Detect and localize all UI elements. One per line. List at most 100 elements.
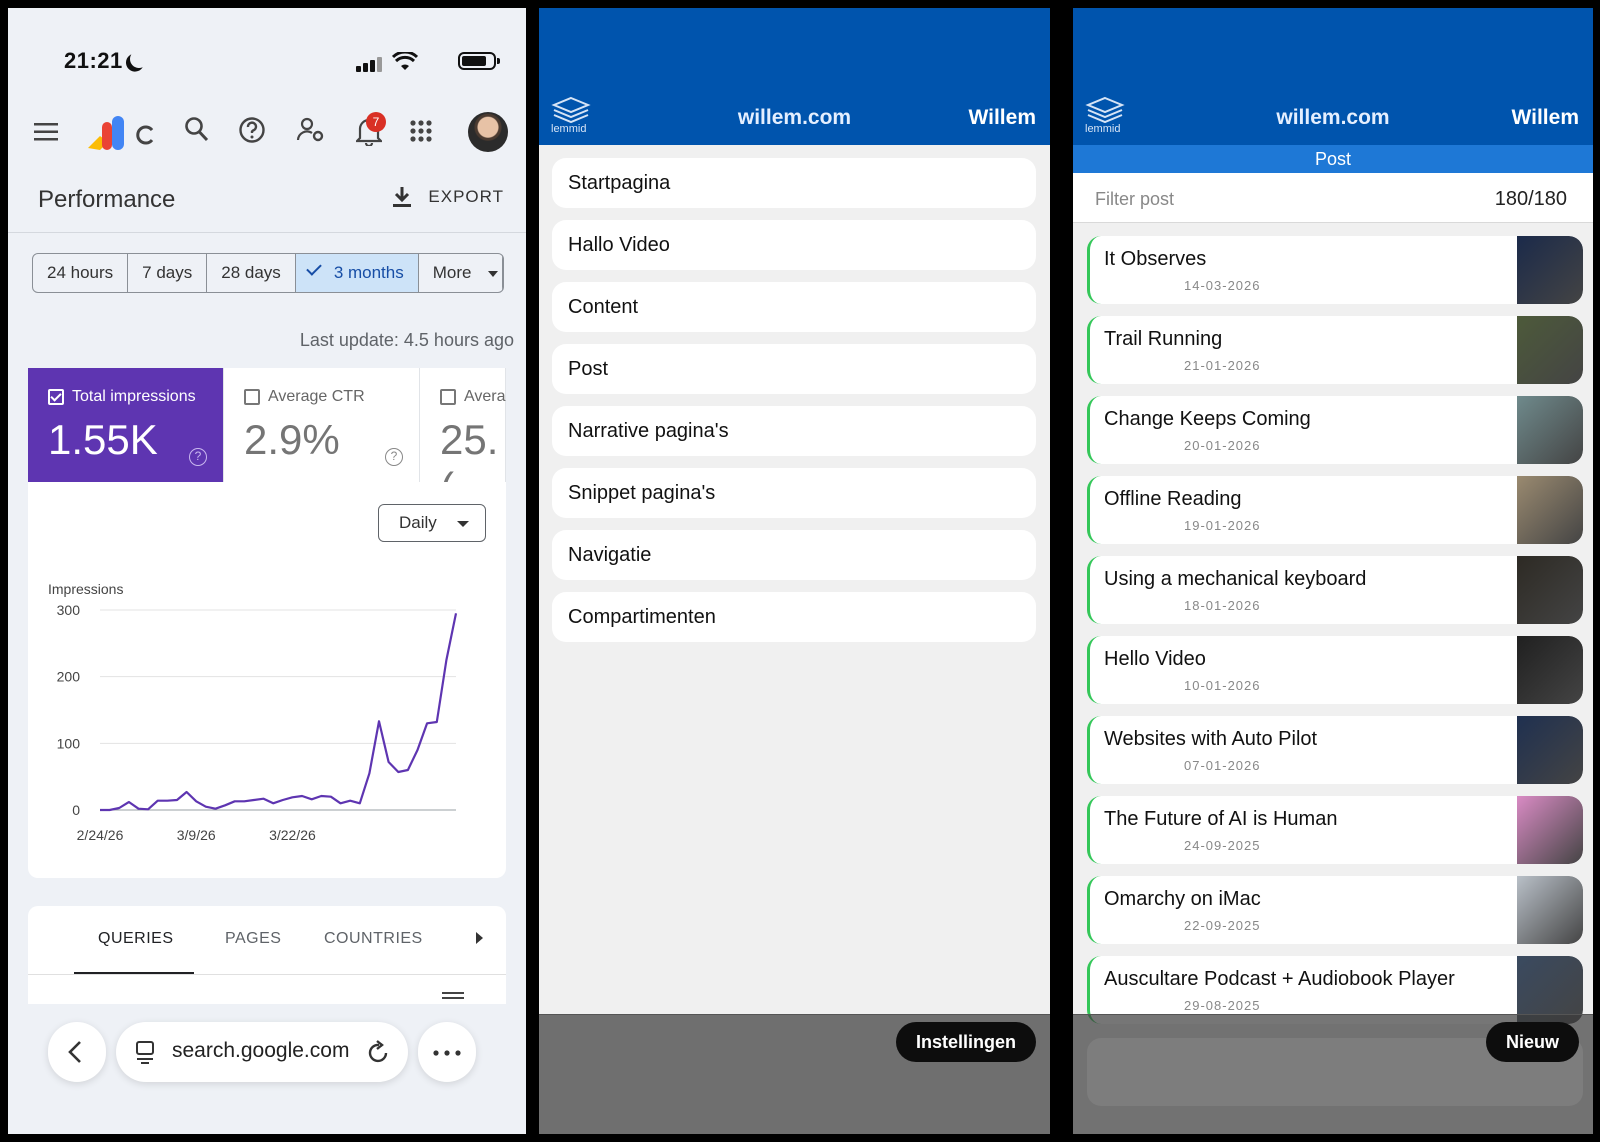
post-date: 14-03-2026 xyxy=(1184,278,1261,293)
hamburger-menu-icon[interactable] xyxy=(34,122,58,142)
post-title: Omarchy on iMac xyxy=(1104,888,1261,910)
menu-item-post[interactable]: Post xyxy=(552,344,1036,394)
menu-item-navigatie[interactable]: Navigatie xyxy=(552,530,1036,580)
post-title: It Observes xyxy=(1104,248,1207,270)
tab-queries[interactable]: QUERIES xyxy=(98,930,174,948)
post-date: 18-01-2026 xyxy=(1184,598,1261,613)
search-icon[interactable] xyxy=(184,116,210,144)
metric-label: Total impressions xyxy=(72,388,196,405)
menu-item-hallo-video[interactable]: Hallo Video xyxy=(552,220,1036,270)
list-item[interactable]: Websites with Auto Pilot 07-01-2026 xyxy=(1087,716,1583,784)
notification-badge: 7 xyxy=(366,112,386,132)
x-tick-label: 3/9/26 xyxy=(177,827,216,843)
list-item[interactable]: Omarchy on iMac 22-09-2025 xyxy=(1087,876,1583,944)
menu-item-compartimenten[interactable]: Compartimenten xyxy=(552,592,1036,642)
post-date: 24-09-2025 xyxy=(1184,838,1261,853)
user-name[interactable]: Willem xyxy=(969,106,1037,130)
list-item[interactable]: The Future of AI is Human 24-09-2025 xyxy=(1087,796,1583,864)
metric-label: Avera xyxy=(464,388,506,405)
list-item[interactable]: Hello Video 10-01-2026 xyxy=(1087,636,1583,704)
range-7-days[interactable]: 7 days xyxy=(128,254,208,292)
range-28-days[interactable]: 28 days xyxy=(207,254,296,292)
y-tick-label: 100 xyxy=(57,735,81,751)
range-more-label: More xyxy=(432,263,472,282)
post-thumbnail xyxy=(1517,636,1583,704)
filter-list-icon[interactable] xyxy=(442,992,464,994)
help-icon[interactable]: ? xyxy=(189,448,207,466)
metric-value: 2.9% xyxy=(244,416,340,463)
settings-button[interactable]: Instellingen xyxy=(895,1022,1036,1062)
post-thumbnail xyxy=(1517,716,1583,784)
metric-label-row: Avera xyxy=(440,388,506,406)
metric-card-average-ctr[interactable]: Average CTR 2.9% ? xyxy=(224,368,420,482)
app-toolbar: 7 xyxy=(8,108,526,158)
list-item[interactable]: It Observes 14-03-2026 xyxy=(1087,236,1583,304)
menu-item-content[interactable]: Content xyxy=(552,282,1036,332)
y-axis-label: Impressions xyxy=(48,581,123,597)
post-count: 180/180 xyxy=(1494,188,1567,210)
user-name[interactable]: Willem xyxy=(1512,106,1580,130)
post-date: 20-01-2026 xyxy=(1184,438,1261,453)
range-24-hours[interactable]: 24 hours xyxy=(33,254,129,292)
site-settings-icon xyxy=(136,1041,154,1064)
menu-item-startpagina[interactable]: Startpagina xyxy=(552,158,1036,208)
menu-item-snippet-paginas[interactable]: Snippet pagina's xyxy=(552,468,1036,518)
url-text: search.google.com xyxy=(172,1039,350,1062)
granularity-dropdown[interactable]: Daily xyxy=(378,504,486,542)
section-title: Post xyxy=(1073,145,1593,173)
post-date: 10-01-2026 xyxy=(1184,678,1261,693)
menu-item-narrative-paginas[interactable]: Narrative pagina's xyxy=(552,406,1036,456)
range-more[interactable]: More xyxy=(419,254,504,292)
list-item[interactable]: Change Keeps Coming 20-01-2026 xyxy=(1087,396,1583,464)
avatar[interactable] xyxy=(468,112,508,152)
battery-icon xyxy=(458,52,500,70)
metric-label-row: Total impressions xyxy=(48,388,196,406)
chevron-right-icon[interactable] xyxy=(476,932,483,944)
back-button[interactable] xyxy=(48,1022,106,1082)
post-date: 21-01-2026 xyxy=(1184,358,1261,373)
search-console-screen: 21:21 7 Performance EXPORT 24 hours 7 da… xyxy=(8,8,526,1134)
export-label: EXPORT xyxy=(428,187,504,206)
notifications-button[interactable]: 7 xyxy=(354,112,386,151)
y-tick-label: 200 xyxy=(57,669,81,685)
checkbox-icon xyxy=(440,389,456,405)
metric-value: 25.( xyxy=(440,416,499,482)
post-title: Trail Running xyxy=(1104,328,1223,350)
performance-chart-card: Daily Impressions 300 200 100 0 2/24/26 3/9/26… xyxy=(28,482,506,878)
date-range-selector: 24 hours 7 days 28 days 3 months More xyxy=(32,253,505,293)
x-tick-label: 2/24/26 xyxy=(77,827,124,843)
reload-icon[interactable] xyxy=(368,1040,390,1064)
new-post-button[interactable]: Nieuw xyxy=(1485,1022,1579,1062)
divider xyxy=(8,232,526,233)
metric-card-total-impressions[interactable]: Total impressions 1.55K ? xyxy=(28,368,224,482)
post-title: Using a mechanical keyboard xyxy=(1104,568,1367,590)
checkbox-checked-icon xyxy=(48,389,64,405)
filter-input[interactable]: Filter post xyxy=(1095,189,1174,210)
range-3-months[interactable]: 3 months xyxy=(295,254,419,292)
status-bar: 21:21 xyxy=(64,48,500,78)
list-item[interactable]: Using a mechanical keyboard 18-01-2026 xyxy=(1087,556,1583,624)
help-icon[interactable]: ? xyxy=(385,448,403,466)
help-icon[interactable] xyxy=(238,116,266,144)
download-icon xyxy=(393,187,412,207)
post-thumbnail xyxy=(1517,476,1583,544)
chevron-down-icon xyxy=(488,270,499,277)
tab-pages[interactable]: PAGES xyxy=(225,930,281,948)
more-horizontal-icon xyxy=(433,1050,461,1056)
list-item[interactable]: Trail Running 21-01-2026 xyxy=(1087,316,1583,384)
export-button[interactable]: EXPORT xyxy=(392,186,504,208)
metric-card-average-position[interactable]: Avera 25.( xyxy=(420,368,506,482)
metric-value: 1.55K xyxy=(48,416,158,463)
status-time: 21:21 xyxy=(64,48,123,73)
post-date: 29-08-2025 xyxy=(1184,998,1261,1013)
user-settings-icon[interactable] xyxy=(296,116,326,144)
tab-countries[interactable]: COUNTRIES xyxy=(324,930,423,948)
app-header: lemmid willem.com Willem xyxy=(1073,8,1593,145)
post-title: Offline Reading xyxy=(1104,488,1242,510)
apps-grid-icon[interactable] xyxy=(410,120,432,142)
browser-bar: search.google.com xyxy=(8,1022,526,1086)
list-item[interactable]: Offline Reading 19-01-2026 xyxy=(1087,476,1583,544)
address-bar[interactable]: search.google.com xyxy=(116,1022,408,1082)
post-title: Websites with Auto Pilot xyxy=(1104,728,1318,750)
more-options-button[interactable] xyxy=(418,1022,476,1082)
